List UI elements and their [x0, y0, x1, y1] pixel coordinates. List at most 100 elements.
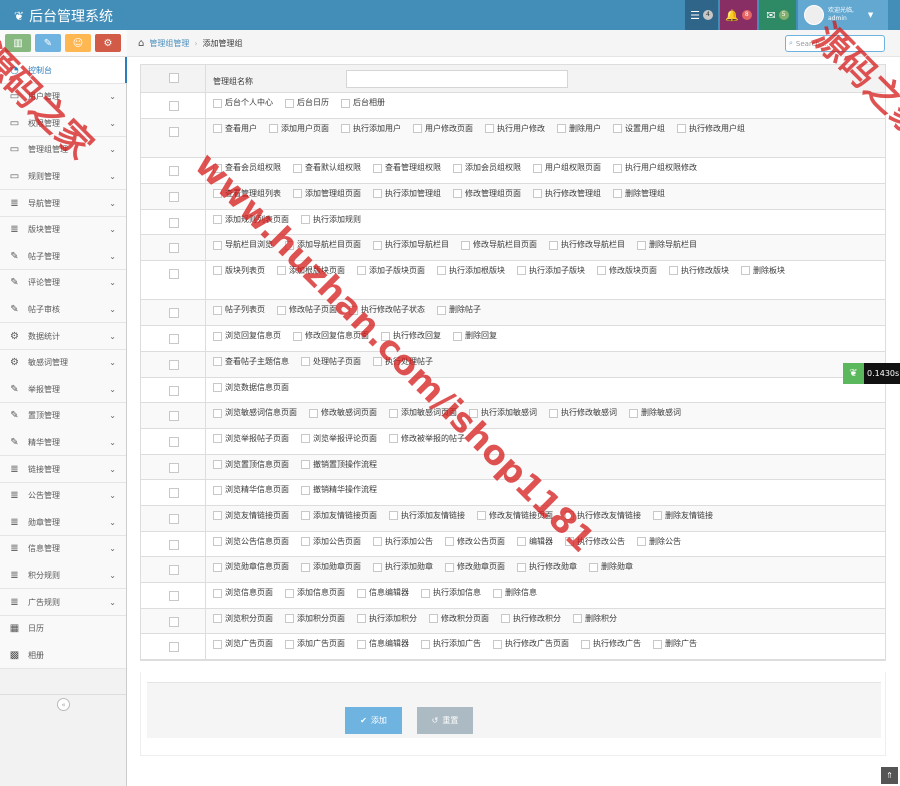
permission-option[interactable]: 执行添加友情链接	[389, 511, 465, 521]
permission-checkbox[interactable]	[341, 98, 350, 108]
row-select-checkbox[interactable]	[169, 334, 179, 345]
permission-checkbox[interactable]	[301, 537, 310, 547]
permission-option[interactable]: 执行修改广告	[581, 639, 641, 649]
group-name-input[interactable]	[346, 70, 568, 88]
row-select-checkbox[interactable]	[169, 591, 179, 601]
permission-option[interactable]: 执行添加勋章	[373, 562, 433, 572]
permission-option[interactable]: 删除积分	[573, 614, 617, 624]
sidebar-item[interactable]: ≣ 版块管理 ⌄	[0, 216, 126, 244]
permission-option[interactable]: 添加用户页面	[269, 124, 329, 134]
permission-checkbox[interactable]	[301, 434, 310, 444]
permission-option[interactable]: 执行修改广告页面	[493, 639, 569, 649]
permission-option[interactable]: 信息编辑器	[357, 588, 409, 598]
permission-option[interactable]: 修改敏感词页面	[309, 408, 377, 418]
row-select-checkbox[interactable]	[169, 488, 179, 499]
permission-option[interactable]: 添加子版块页面	[357, 266, 425, 276]
row-select-checkbox[interactable]	[169, 268, 179, 279]
sidebar-item[interactable]: ✎ 帖子管理 ⌄	[0, 243, 126, 271]
permission-checkbox[interactable]	[413, 124, 422, 134]
permission-option[interactable]: 执行修改公告	[565, 537, 625, 547]
permission-option[interactable]: 执行添加用户	[341, 124, 401, 134]
permission-option[interactable]: 查看默认组权限	[293, 163, 361, 173]
permission-option[interactable]: 查看管理组权限	[373, 163, 441, 173]
permission-option[interactable]: 删除帖子	[437, 305, 481, 315]
permission-option[interactable]: 删除回复	[453, 331, 497, 341]
permission-option[interactable]: 添加积分页面	[285, 614, 345, 624]
permission-option[interactable]: 浏览敏感词信息页面	[213, 408, 297, 418]
permission-option[interactable]: 添加广告页面	[285, 639, 345, 649]
permission-option[interactable]: 修改导航栏目页面	[461, 240, 537, 250]
sidebar-item[interactable]: ▭ 用户管理 ⌄	[0, 83, 126, 111]
permission-checkbox[interactable]	[213, 588, 222, 598]
permission-checkbox[interactable]	[301, 511, 310, 521]
select-all-checkbox[interactable]	[169, 73, 179, 83]
permission-option[interactable]: 修改公告页面	[445, 537, 505, 547]
permission-option[interactable]: 执行添加规则	[301, 215, 361, 225]
group-shortcut-icon[interactable]: ☺	[65, 34, 91, 52]
row-select-checkbox[interactable]	[169, 359, 179, 370]
permission-checkbox[interactable]	[653, 511, 662, 521]
reset-button[interactable]: ↺ 重置	[417, 707, 473, 734]
permission-option[interactable]: 浏览信息页面	[213, 588, 273, 598]
permission-checkbox[interactable]	[293, 331, 302, 341]
permission-checkbox[interactable]	[293, 189, 302, 199]
permission-option[interactable]: 修改管理组页面	[453, 189, 521, 199]
permission-checkbox[interactable]	[613, 189, 622, 199]
permission-option[interactable]: 用户修改页面	[413, 124, 473, 134]
permission-checkbox[interactable]	[357, 266, 366, 276]
permission-checkbox[interactable]	[581, 639, 590, 649]
row-select-checkbox[interactable]	[169, 126, 179, 137]
permission-option[interactable]: 添加信息页面	[285, 588, 345, 598]
permission-checkbox[interactable]	[373, 537, 382, 547]
permission-checkbox[interactable]	[285, 98, 294, 108]
permission-checkbox[interactable]	[373, 163, 382, 173]
permission-option[interactable]: 修改勋章页面	[445, 562, 505, 572]
permission-option[interactable]: 执行修改友情链接	[565, 511, 641, 521]
sidebar-item[interactable]: ≣ 积分规则 ⌄	[0, 562, 126, 590]
permission-option[interactable]: 帖子列表页	[213, 305, 265, 315]
permission-option[interactable]: 浏览积分页面	[213, 614, 273, 624]
permission-checkbox[interactable]	[493, 588, 502, 598]
sidebar-item[interactable]: ▦ 日历	[0, 615, 126, 643]
permission-checkbox[interactable]	[637, 240, 646, 250]
permission-option[interactable]: 执行添加导航栏目	[373, 240, 449, 250]
permission-option[interactable]: 导航栏目浏览	[213, 240, 273, 250]
permission-option[interactable]: 执行修改管理组	[533, 189, 601, 199]
messages-button[interactable]: ✉ 5	[759, 0, 796, 30]
permission-checkbox[interactable]	[213, 98, 222, 108]
permission-option[interactable]: 修改版块页面	[597, 266, 657, 276]
permission-option[interactable]: 添加公告页面	[301, 537, 361, 547]
permission-checkbox[interactable]	[469, 408, 478, 418]
scroll-top-button[interactable]: ⇑	[881, 767, 898, 784]
permission-checkbox[interactable]	[213, 163, 222, 173]
permission-option[interactable]: 添加友情链接页面	[301, 511, 377, 521]
permission-checkbox[interactable]	[277, 266, 286, 276]
permission-checkbox[interactable]	[285, 614, 294, 624]
permission-checkbox[interactable]	[213, 434, 222, 444]
permission-checkbox[interactable]	[421, 639, 430, 649]
permission-option[interactable]: 浏览精华信息页面	[213, 485, 289, 495]
permission-option[interactable]: 执行修改导航栏目	[549, 240, 625, 250]
permission-checkbox[interactable]	[453, 163, 462, 173]
permission-checkbox[interactable]	[549, 408, 558, 418]
permission-option[interactable]: 浏览置顶信息页面	[213, 460, 289, 470]
permission-option[interactable]: 编辑器	[517, 537, 553, 547]
permission-checkbox[interactable]	[373, 189, 382, 199]
permission-checkbox[interactable]	[557, 124, 566, 134]
permission-checkbox[interactable]	[373, 562, 382, 572]
permission-checkbox[interactable]	[301, 485, 310, 495]
sidebar-item[interactable]: ≣ 导航管理 ⌄	[0, 190, 126, 217]
permission-checkbox[interactable]	[293, 163, 302, 173]
permission-checkbox[interactable]	[349, 305, 358, 315]
permission-option[interactable]: 后台个人中心	[213, 98, 273, 108]
sidebar-item[interactable]: ✎ 置顶管理 ⌄	[0, 402, 126, 430]
permission-option[interactable]: 删除敏感词	[629, 408, 681, 418]
permission-option[interactable]: 执行修改勋章	[517, 562, 577, 572]
row-select-checkbox[interactable]	[169, 166, 179, 177]
row-select-checkbox[interactable]	[169, 642, 179, 653]
permission-option[interactable]: 删除友情链接	[653, 511, 713, 521]
sidebar-item[interactable]: ≣ 链接管理 ⌄	[0, 456, 126, 483]
user-menu[interactable]: 欢迎光临, admin ▼	[798, 0, 888, 30]
permission-checkbox[interactable]	[373, 357, 382, 367]
permission-checkbox[interactable]	[213, 357, 222, 367]
